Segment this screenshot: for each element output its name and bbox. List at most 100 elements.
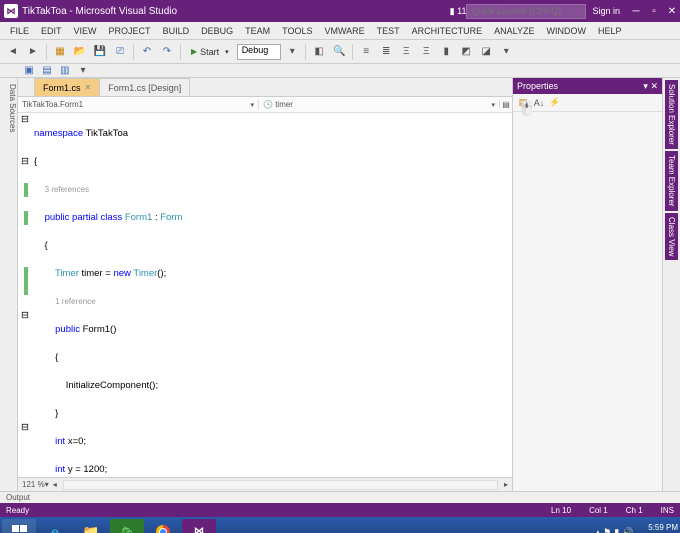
ext-button-2[interactable]: ◪	[477, 43, 495, 61]
split-button[interactable]: ▤	[500, 100, 512, 109]
start-debug-button[interactable]: ▶Start▾	[185, 43, 235, 61]
window-title: TikTakToa - Microsoft Visual Studio	[22, 6, 177, 17]
menu-test[interactable]: TEST	[371, 24, 406, 38]
code-text[interactable]: namespace TikTakToa { 3 references publi…	[32, 113, 512, 477]
toolbox-small-3[interactable]: ▥	[56, 62, 74, 80]
close-tab-icon[interactable]: ✕	[85, 83, 92, 92]
left-rail-data-sources[interactable]: Data Sources	[0, 78, 18, 491]
member-dropdown[interactable]: 🕓 timer▾	[259, 100, 500, 109]
close-button[interactable]: ✕	[664, 3, 680, 19]
scroll-left-icon[interactable]: ◂	[53, 480, 57, 489]
taskbar-visualstudio-icon[interactable]: ⋈	[182, 519, 216, 533]
toolbox-small-4[interactable]: ▾	[74, 62, 92, 80]
menu-team[interactable]: TEAM	[239, 24, 276, 38]
menu-edit[interactable]: EDIT	[35, 24, 68, 38]
tray-time: 5:59 PM	[642, 523, 678, 532]
tray-volume-icon[interactable]: 🔊	[622, 527, 633, 533]
tray-clock[interactable]: 5:59 PM 8/18/2016	[642, 523, 678, 533]
code-editor[interactable]: ⊟ ⊟ ⊟ ⊟ namespace TikTakToa { 3 referenc…	[18, 113, 512, 477]
save-all-button[interactable]: ⎚	[111, 43, 129, 61]
undo-button[interactable]: ↶	[138, 43, 156, 61]
find-button[interactable]: 🔍	[330, 43, 348, 61]
menu-help[interactable]: HELP	[592, 24, 628, 38]
toolbox-small-1[interactable]: ▣	[20, 62, 38, 80]
main-area: Data Sources Form1.cs ✕ Form1.cs [Design]…	[0, 78, 680, 491]
outline-margin: ⊟ ⊟ ⊟ ⊟	[18, 113, 32, 477]
quick-launch-input[interactable]	[466, 4, 586, 19]
events-icon[interactable]: ⚡	[548, 96, 562, 110]
minimize-button[interactable]: ─	[628, 3, 644, 19]
uncomment-button[interactable]: Ξ	[417, 43, 435, 61]
redo-button[interactable]: ↷	[158, 43, 176, 61]
status-col: Col 1	[589, 506, 608, 515]
menu-architecture[interactable]: ARCHITECTURE	[406, 24, 489, 38]
notification-badge[interactable]: ▮ 11	[450, 6, 467, 17]
dropdown-arrow-icon[interactable]: ▾	[283, 43, 301, 61]
toolbox-small-2[interactable]: ▤	[38, 62, 56, 80]
properties-title-bar[interactable]: Properties ▾ ✕	[513, 78, 662, 94]
sign-in-link[interactable]: Sign in	[592, 6, 620, 16]
tab-label: Form1.cs [Design]	[108, 83, 181, 93]
status-ins: INS	[661, 506, 674, 515]
tray-network-icon[interactable]: ▮	[614, 527, 619, 533]
tab-label: Form1.cs	[43, 83, 81, 93]
ext-button-1[interactable]: ◩	[457, 43, 475, 61]
rail-team-explorer[interactable]: Team Explorer	[665, 151, 678, 211]
start-label: Start	[200, 47, 219, 57]
ext-button-3[interactable]: ▾	[497, 43, 515, 61]
bookmark-button[interactable]: ▮	[437, 43, 455, 61]
zoom-level[interactable]: 121 %	[22, 480, 45, 489]
rail-class-view[interactable]: Class View	[665, 213, 678, 260]
taskbar-store-icon[interactable]: 🛍	[110, 519, 144, 533]
indent-more-button[interactable]: ≣	[377, 43, 395, 61]
menu-vmware[interactable]: VMWARE	[318, 24, 370, 38]
menu-analyze[interactable]: ANALYZE	[488, 24, 540, 38]
menu-bar: FILE EDIT VIEW PROJECT BUILD DEBUG TEAM …	[0, 22, 680, 40]
tray-flag-icon[interactable]: ⚑	[603, 527, 611, 533]
toolbar: ◄ ► ▦ 📂 💾 ⎚ ↶ ↷ ▶Start▾ Debug ▾ ◧ 🔍 ≡ ≣ …	[0, 40, 680, 64]
status-line: Ln 10	[551, 506, 571, 515]
comment-button[interactable]: Ξ	[397, 43, 415, 61]
taskbar-chrome-icon[interactable]	[146, 519, 180, 533]
system-tray[interactable]: ▴ ⚑ ▮ 🔊 5:59 PM 8/18/2016	[596, 523, 678, 533]
menu-project[interactable]: PROJECT	[103, 24, 157, 38]
tab-form1-cs[interactable]: Form1.cs ✕	[34, 78, 100, 96]
menu-tools[interactable]: TOOLS	[276, 24, 318, 38]
status-ready: Ready	[6, 506, 29, 515]
menu-build[interactable]: BUILD	[157, 24, 196, 38]
indent-less-button[interactable]: ≡	[357, 43, 375, 61]
output-panel-tab[interactable]: Output	[0, 491, 680, 503]
properties-body[interactable]	[513, 112, 662, 491]
save-button[interactable]: 💾	[91, 43, 109, 61]
tray-up-icon[interactable]: ▴	[596, 527, 601, 533]
pin-icon[interactable]: ▾	[643, 81, 648, 91]
document-tabs: Form1.cs ✕ Form1.cs [Design]	[18, 78, 512, 97]
class-dropdown[interactable]: TikTakToa.Form1▾	[18, 100, 259, 109]
open-file-button[interactable]: 📂	[71, 43, 89, 61]
alpha-icon[interactable]: A↓	[532, 96, 546, 110]
nav-fwd-button[interactable]: ►	[24, 43, 42, 61]
scroll-right-icon[interactable]: ▸	[504, 480, 508, 489]
tab-form1-design[interactable]: Form1.cs [Design]	[99, 78, 190, 96]
new-project-button[interactable]: ▦	[51, 43, 69, 61]
taskbar-ie-icon[interactable]: e	[38, 519, 72, 533]
secondary-toolbar: ▣ ▤ ▥ ▾	[0, 64, 680, 78]
toolbox-btn-1[interactable]: ◧	[310, 43, 328, 61]
status-bar: Ready Ln 10 Col 1 Ch 1 INS	[0, 503, 680, 517]
restore-button[interactable]: ▫	[646, 3, 662, 19]
taskbar-explorer-icon[interactable]: 📁	[74, 519, 108, 533]
menu-window[interactable]: WINDOW	[541, 24, 593, 38]
panel-close-icon[interactable]: ✕	[650, 81, 658, 91]
zoom-dropdown-icon[interactable]: ▾	[45, 480, 49, 489]
status-char: Ch 1	[626, 506, 643, 515]
config-dropdown[interactable]: Debug	[237, 44, 282, 60]
rail-solution-explorer[interactable]: Solution Explorer	[665, 80, 678, 149]
categorized-icon[interactable]: ▤	[516, 96, 530, 110]
menu-file[interactable]: FILE	[4, 24, 35, 38]
menu-debug[interactable]: DEBUG	[195, 24, 239, 38]
start-button[interactable]	[2, 519, 36, 533]
nav-back-button[interactable]: ◄	[4, 43, 22, 61]
h-scrollbar[interactable]	[63, 480, 498, 490]
menu-view[interactable]: VIEW	[68, 24, 103, 38]
properties-panel: Properties ▾ ✕ ▤ A↓ ⚡ 🖱️	[512, 78, 662, 491]
